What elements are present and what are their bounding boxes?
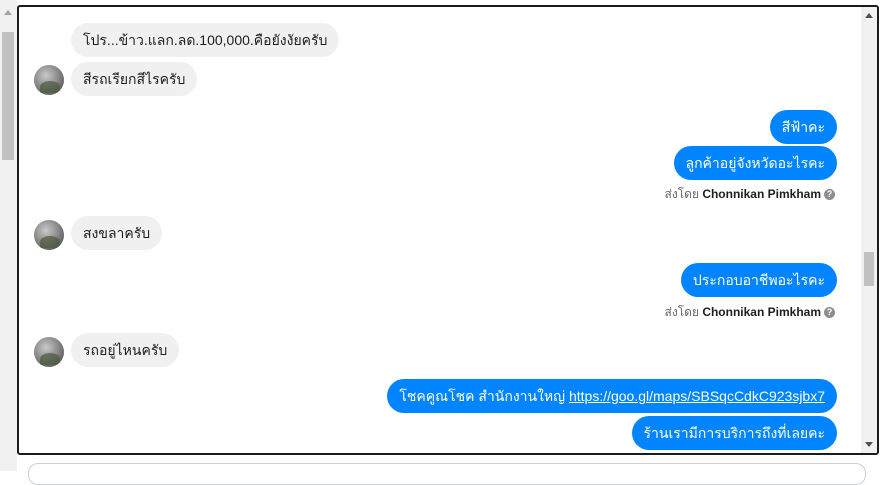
chat-scrollbar[interactable]: [861, 7, 877, 453]
scroll-up-icon[interactable]: [4, 10, 12, 15]
contact-avatar[interactable]: [34, 220, 64, 250]
scroll-up-icon[interactable]: [865, 13, 873, 18]
sent-by-label: ส่งโดย Chonnikan Pimkham?: [665, 185, 835, 204]
incoming-message: สงขลาครับ: [71, 216, 163, 250]
page-scrollbar[interactable]: [0, 0, 17, 471]
outgoing-message: ร้านเรามีการบริการถึงที่เลยคะ: [631, 416, 837, 450]
incoming-message: โปร...ข้าว.แลก.ลด.100,000.คือยังงัยครับ: [71, 23, 340, 57]
info-icon[interactable]: ?: [824, 307, 835, 319]
incoming-message: รถอยู่ไหนครับ: [71, 333, 180, 367]
outgoing-message: โชคคูณโชค สำนักงานใหญ่ https://goo.gl/ma…: [387, 379, 837, 413]
outgoing-message: สีฟ้าคะ: [769, 110, 837, 144]
message-bubble: ร้านเรามีการบริการถึงที่เลยคะ: [631, 416, 837, 450]
chat-scroll-thumb[interactable]: [864, 252, 874, 286]
contact-avatar[interactable]: [34, 65, 64, 95]
message-bubble: สีฟ้าคะ: [769, 110, 837, 144]
message-bubble: โชคคูณโชค สำนักงานใหญ่ https://goo.gl/ma…: [387, 379, 837, 413]
message-bubble: สีรถเรียกสีไรครับ: [71, 62, 198, 96]
contact-avatar[interactable]: [34, 337, 64, 367]
sent-by-label: ส่งโดย Chonnikan Pimkham?: [665, 303, 835, 322]
message-bubble: ลูกค้าอยู่จังหวัดอะไรคะ: [673, 146, 837, 180]
outgoing-message: ลูกค้าอยู่จังหวัดอะไรคะ: [673, 146, 837, 180]
message-bubble: สงขลาครับ: [71, 216, 163, 250]
incoming-message: สีรถเรียกสีไรครับ: [71, 62, 198, 96]
info-icon[interactable]: ?: [824, 189, 835, 201]
scroll-down-icon[interactable]: [865, 442, 873, 447]
message-bubble: ประกอบอาชีพอะไรคะ: [680, 263, 837, 297]
message-composer[interactable]: [28, 463, 866, 485]
chat-thread: โปร...ข้าว.แลก.ลด.100,000.คือยังงัยครับ …: [17, 5, 879, 455]
sender-name: Chonnikan Pimkham: [702, 187, 821, 201]
message-text: โชคคูณโชค สำนักงานใหญ่: [399, 388, 569, 404]
sent-by-prefix: ส่งโดย: [664, 305, 703, 319]
outgoing-message: ประกอบอาชีพอะไรคะ: [680, 263, 837, 297]
message-bubble: โปร...ข้าว.แลก.ลด.100,000.คือยังงัยครับ: [71, 23, 340, 57]
sent-by-prefix: ส่งโดย: [664, 187, 703, 201]
map-link[interactable]: https://goo.gl/maps/SBSqcCdkC923sjbx7: [569, 388, 825, 404]
message-bubble: รถอยู่ไหนครับ: [71, 333, 180, 367]
page-scroll-thumb[interactable]: [2, 32, 14, 160]
sender-name: Chonnikan Pimkham: [702, 305, 821, 319]
